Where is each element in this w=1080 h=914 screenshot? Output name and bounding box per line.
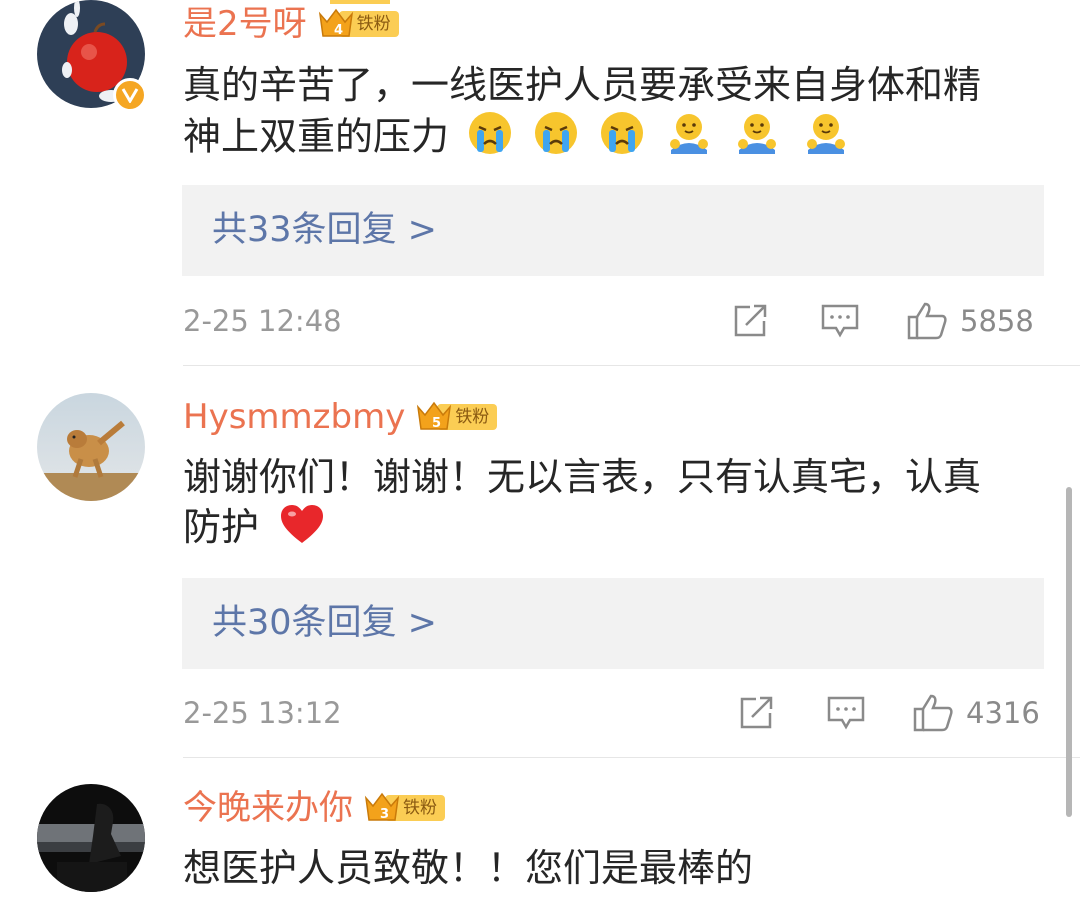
comment-icon [827,696,865,730]
username[interactable]: 今晚来办你 [183,786,353,830]
comment-text-line-with-emoji: 防护 [183,502,1043,557]
verified-badge-icon [113,78,147,112]
view-replies-link[interactable]: 共33条回复 > [212,185,437,276]
comment-item: 是2号呀 4 铁粉 真的辛苦了，一线医护人员要承受来自身体和精 神上双重的压力 [0,0,1080,366]
comment-text-line-with-emoji: 神上双重的压力 [183,110,1043,168]
avatar[interactable] [37,393,145,501]
crown-level-icon: 4 [317,6,355,42]
replies-box[interactable]: 共30条回复 > [182,578,1044,669]
hug-face-icon [665,110,713,168]
scrollbar[interactable] [1066,487,1072,817]
crying-face-icon [599,110,645,168]
crying-face-icon [533,110,579,168]
avatar[interactable] [37,784,145,892]
hug-face-icon [733,110,781,168]
thumbs-up-icon [913,694,953,732]
share-icon [740,696,773,729]
comment-text-line: 想医护人员致敬！！您们是最棒的 [183,846,754,890]
comment-text: 谢谢你们！谢谢！无以言表，只有认真宅，认真 防护 [183,452,1043,557]
comment-text: 想医护人员致敬！！您们是最棒的 [183,843,1043,893]
comment-text-line: 神上双重的压力 [183,114,450,159]
fan-level: 3 [380,807,389,822]
comment-icon [821,304,859,338]
replies-box[interactable]: 共33条回复 > [182,185,1044,276]
share-button[interactable] [738,693,776,733]
comment-text-line: 真的辛苦了，一线医护人员要承受来自身体和精 [183,63,982,107]
comment-button[interactable] [820,301,860,341]
view-replies-link[interactable]: 共30条回复 > [212,578,437,669]
crown-level-icon: 5 [415,399,453,435]
username[interactable]: Hysmmzbmy [183,395,405,439]
share-icon [734,304,767,337]
fan-badge[interactable]: 3 铁粉 [363,792,445,824]
username[interactable]: 是2号呀 [183,2,307,46]
comment-item: 今晚来办你 3 铁粉 想医护人员致敬！！您们是最棒的 [0,758,1080,914]
comment-text-line: 谢谢你们！谢谢！无以言表，只有认真宅，认真 [183,455,982,499]
comment-button[interactable] [826,693,866,733]
comment-item: Hysmmzbmy 5 铁粉 谢谢你们！谢谢！无以言表，只有认真宅，认真 防护 … [0,366,1080,758]
crying-face-icon [467,110,513,168]
timestamp: 2-25 13:12 [183,696,342,730]
like-button[interactable]: 4316 [912,693,1040,733]
fan-level: 5 [432,416,441,431]
comment-text: 真的辛苦了，一线医护人员要承受来自身体和精 神上双重的压力 [183,60,1043,168]
comment-text-line: 防护 [183,505,260,549]
fan-badge[interactable]: 4 铁粉 [317,8,399,40]
comment-header: 今晚来办你 3 铁粉 [183,786,445,830]
share-button[interactable] [732,301,770,341]
hug-face-icon [802,110,850,168]
thumbs-up-icon [907,302,947,340]
like-button[interactable]: 5858 [906,301,1034,341]
comment-header: 是2号呀 4 铁粉 [183,2,399,46]
like-count: 4316 [966,696,1040,730]
red-heart-icon [279,503,325,557]
fan-badge[interactable]: 5 铁粉 [415,399,498,435]
comment-header: Hysmmzbmy 5 铁粉 [183,395,498,439]
crown-level-icon: 3 [363,790,401,826]
like-count: 5858 [960,304,1034,338]
timestamp: 2-25 12:48 [183,304,342,338]
fan-level: 4 [334,23,343,38]
